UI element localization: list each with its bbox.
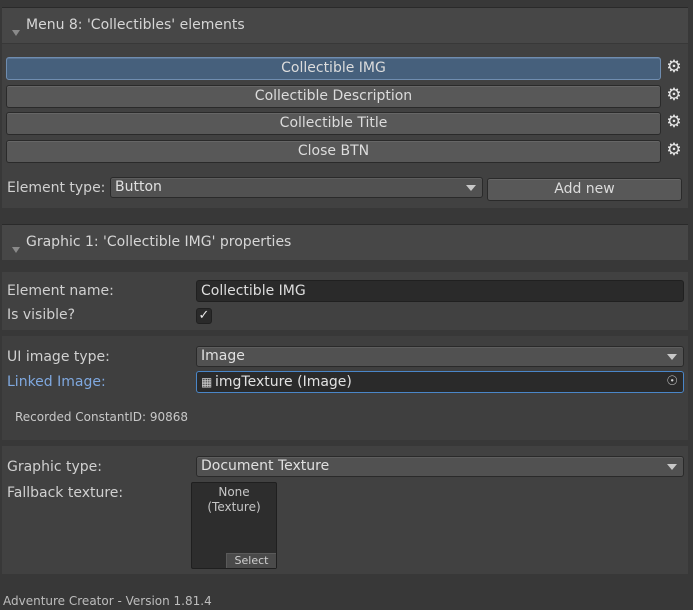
linked-image-field[interactable]: ▦ imgTexture (Image) ☉ xyxy=(196,371,684,393)
chevron-down-icon xyxy=(667,354,677,360)
foldout-arrow-icon[interactable] xyxy=(12,30,20,36)
element-collectible-title-button[interactable]: Collectible Title xyxy=(6,112,661,135)
chevron-down-icon xyxy=(667,464,677,470)
texture-select-button[interactable]: Select xyxy=(226,553,276,568)
element-name-label: Element name: xyxy=(7,283,114,299)
is-visible-label: Is visible? xyxy=(7,307,76,323)
chevron-down-icon xyxy=(466,185,476,191)
menu-elements-header[interactable]: Menu 8: 'Collectibles' elements xyxy=(2,7,688,43)
element-name-field[interactable]: Collectible IMG xyxy=(196,280,684,302)
image-component-icon: ▦ xyxy=(201,375,213,389)
linked-image-value: imgTexture (Image) xyxy=(215,374,352,390)
graphic-properties-title: Graphic 1: 'Collectible IMG' properties xyxy=(26,234,292,250)
recorded-constant-id: Recorded ConstantID: 90868 xyxy=(15,410,189,424)
gear-icon[interactable]: ⚙ xyxy=(665,113,683,131)
fallback-texture-field[interactable]: None (Texture) Select xyxy=(191,482,277,569)
object-picker-icon[interactable]: ☉ xyxy=(666,372,678,392)
element-type-dropdown[interactable]: Button xyxy=(110,177,483,198)
gear-icon[interactable]: ⚙ xyxy=(665,58,683,76)
element-type-value: Button xyxy=(115,179,162,195)
graphic-properties-header[interactable]: Graphic 1: 'Collectible IMG' properties xyxy=(2,224,688,260)
linked-image-label: Linked Image: xyxy=(7,374,106,390)
graphic-type-value: Document Texture xyxy=(201,458,330,474)
version-footer: Adventure Creator - Version 1.81.4 xyxy=(3,594,212,608)
ui-image-type-value: Image xyxy=(201,348,245,364)
gear-icon[interactable]: ⚙ xyxy=(665,86,683,104)
texture-none-text-2: (Texture) xyxy=(207,500,261,514)
texture-none-text-1: None xyxy=(218,485,250,499)
element-close-btn-button[interactable]: Close BTN xyxy=(6,140,661,163)
graphic-type-dropdown[interactable]: Document Texture xyxy=(196,456,684,477)
add-new-button[interactable]: Add new xyxy=(487,178,682,201)
graphic-type-label: Graphic type: xyxy=(7,459,102,475)
gear-icon[interactable]: ⚙ xyxy=(665,141,683,159)
foldout-arrow-icon[interactable] xyxy=(12,247,20,253)
ui-image-type-dropdown[interactable]: Image xyxy=(196,346,684,367)
element-collectible-img-button[interactable]: Collectible IMG xyxy=(6,57,661,80)
is-visible-checkbox[interactable]: ✓ xyxy=(196,308,212,324)
element-type-label: Element type: xyxy=(7,180,106,196)
fallback-texture-label: Fallback texture: xyxy=(7,485,124,501)
menu-elements-title: Menu 8: 'Collectibles' elements xyxy=(26,17,245,33)
element-collectible-description-button[interactable]: Collectible Description xyxy=(6,85,661,108)
checkmark-icon: ✓ xyxy=(198,308,210,323)
ui-image-type-label: UI image type: xyxy=(7,349,110,365)
